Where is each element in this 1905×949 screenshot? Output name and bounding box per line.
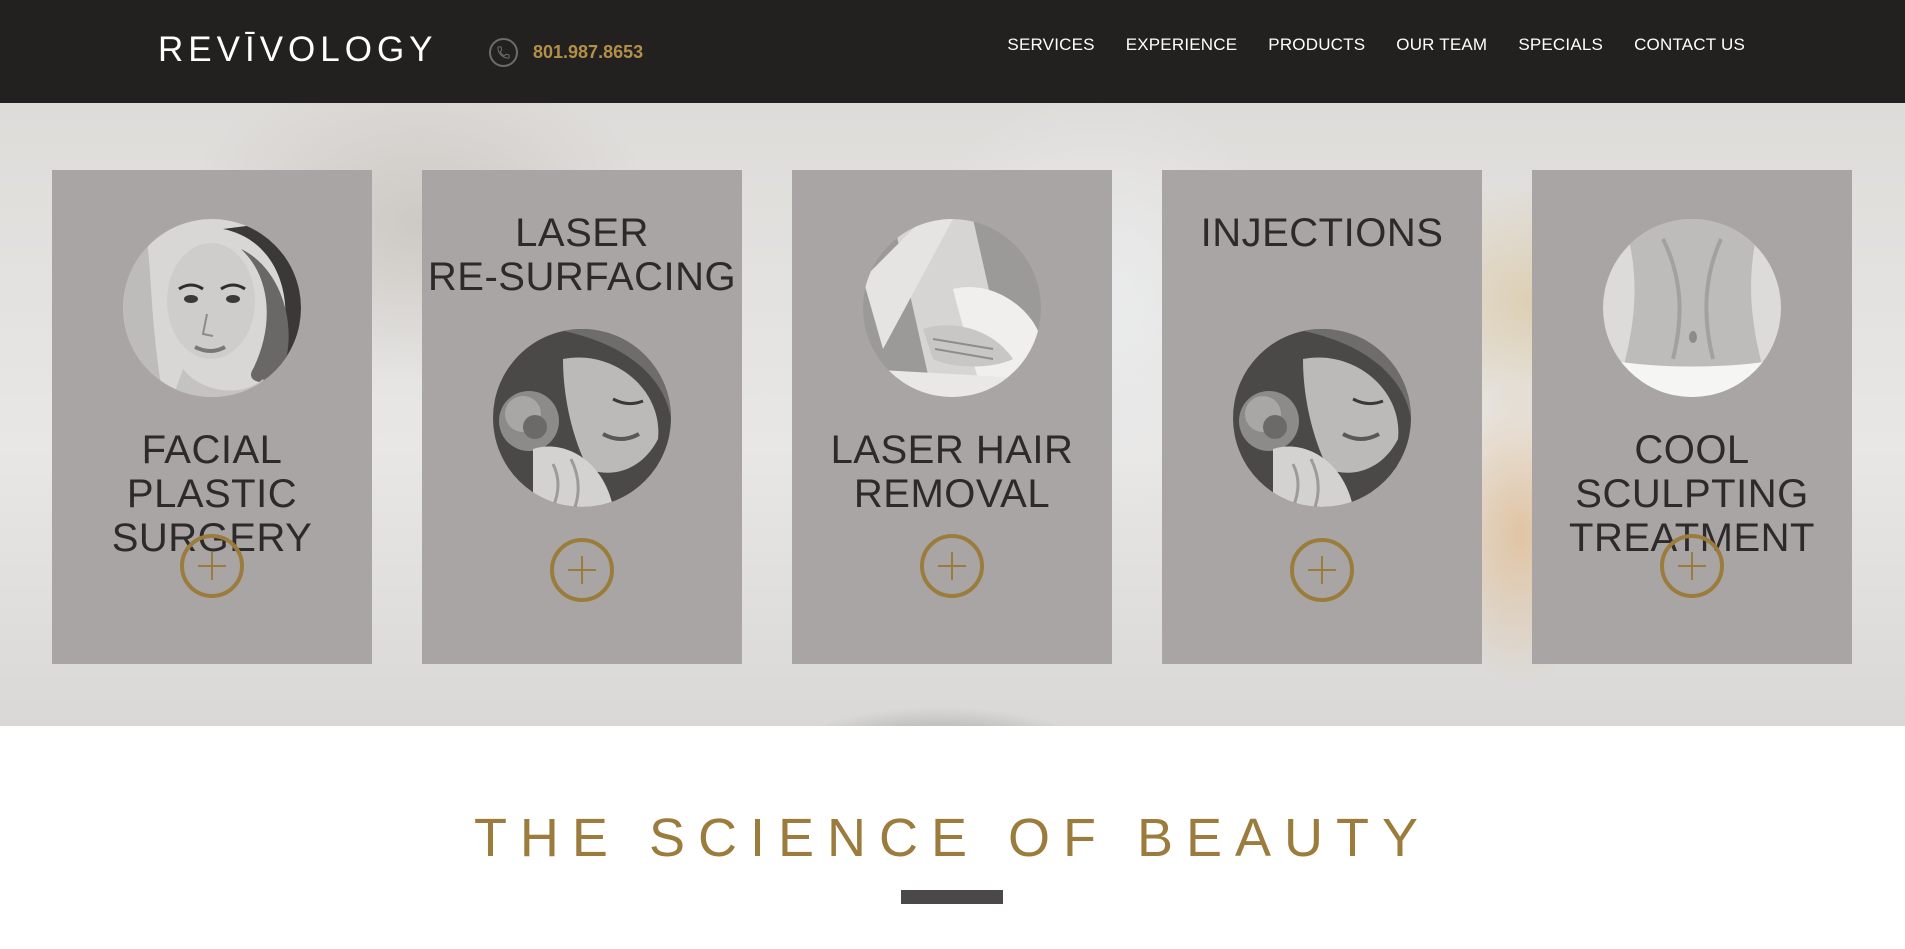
section-title: THE SCIENCE OF BEAUTY [473,808,1432,868]
site-logo[interactable]: REVĪVOLOGY [158,30,438,70]
phone-number[interactable]: 801.987.8653 [533,38,643,66]
legs-massage-photo [863,219,1041,397]
nav-contact-us[interactable]: CONTACT US [1634,30,1745,60]
card-title: INJECTIONS [1200,211,1444,255]
nav-products[interactable]: PRODUCTS [1268,30,1365,60]
expand-plus-button[interactable] [1290,538,1354,602]
torso-photo [1603,219,1781,397]
phone-icon [489,38,518,67]
section-divider [901,890,1003,904]
phone-icon-glyph [497,46,510,59]
woman-flower-photo [1233,329,1411,507]
site-header: REVĪVOLOGY 801.987.8653 SERVICES EXPERIE… [0,0,1905,103]
woman-flower-photo [493,329,671,507]
service-card-laser-resurfacing[interactable]: LASER RE-SURFACING [422,170,742,664]
card-title: LASER RE-SURFACING [427,211,737,299]
service-card-laser-hair-removal[interactable]: LASER HAIR REMOVAL [792,170,1112,664]
expand-plus-button[interactable] [1660,534,1724,598]
service-cards: FACIAL PLASTIC SURGERY LASER RE-SURFACIN… [52,170,1852,664]
services-hero: FACIAL PLASTIC SURGERY LASER RE-SURFACIN… [0,103,1905,726]
card-title: LASER HAIR REMOVAL [830,428,1074,516]
service-card-cool-sculpting[interactable]: COOL SCULPTING TREATMENT [1532,170,1852,664]
expand-plus-button[interactable] [180,534,244,598]
service-card-facial-plastic-surgery[interactable]: FACIAL PLASTIC SURGERY [52,170,372,664]
nav-experience[interactable]: EXPERIENCE [1126,30,1238,60]
nav-specials[interactable]: SPECIALS [1518,30,1603,60]
expand-plus-button[interactable] [920,534,984,598]
expand-plus-button[interactable] [550,538,614,602]
nav-services[interactable]: SERVICES [1007,30,1094,60]
woman-portrait-photo [123,219,301,397]
nav-our-team[interactable]: OUR TEAM [1396,30,1487,60]
main-nav: SERVICES EXPERIENCE PRODUCTS OUR TEAM SP… [1007,30,1745,60]
service-card-injections[interactable]: INJECTIONS [1162,170,1482,664]
